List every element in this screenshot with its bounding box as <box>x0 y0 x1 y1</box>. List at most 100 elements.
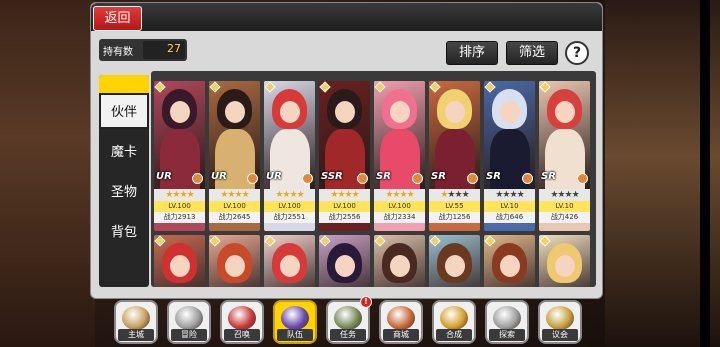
crystal-icon <box>440 306 468 330</box>
star-rating: ★★★★ <box>539 189 590 201</box>
star-filled-icon: ★ <box>406 190 415 200</box>
power-label: 战力2645 <box>209 212 260 223</box>
star-filled-icon: ★ <box>172 190 180 200</box>
nav-summon-button[interactable]: 召唤 <box>220 300 264 344</box>
owned-count-label: 持有数 <box>103 47 133 58</box>
face-shape <box>555 101 575 123</box>
character-card[interactable] <box>319 235 370 287</box>
star-filled-icon: ★ <box>351 190 360 200</box>
character-card[interactable]: UR ★★★★ LV.100 战力2551 <box>264 81 315 231</box>
character-card[interactable] <box>154 235 205 287</box>
character-card[interactable] <box>539 235 590 287</box>
nav-label: 冒险 <box>171 329 207 341</box>
star-filled-icon: ★ <box>392 190 400 200</box>
character-card[interactable] <box>264 235 315 287</box>
shop-icon <box>387 306 415 330</box>
partner-card-grid: UR ★★★★ LV.100 战力2913 UR ★★★★ LV.100 战力2645 UR ★★… <box>151 71 596 287</box>
star-filled-icon: ★ <box>344 190 353 200</box>
tab-magic-card[interactable]: 魔卡 <box>99 135 149 171</box>
sort-button[interactable]: 排序 <box>446 41 498 65</box>
star-empty-icon: ★ <box>564 190 573 200</box>
class-badge-icon <box>522 173 533 184</box>
category-sidebar: 伙伴 魔卡 圣物 背包 <box>99 75 149 287</box>
character-card[interactable]: SR ★★★★ LV.10 战力426 <box>539 81 590 231</box>
class-badge-icon <box>247 173 258 184</box>
nav-castle-button[interactable]: 主城 <box>114 300 158 344</box>
power-label: 战力646 <box>484 212 535 223</box>
character-card[interactable]: SR ★★★★ LV.100 战力2334 <box>374 81 425 231</box>
star-empty-icon: ★ <box>502 190 510 200</box>
character-card[interactable]: UR ★★★★ LV.100 战力2645 <box>209 81 260 231</box>
character-card[interactable]: SSR ★★★★ LV.100 战力2556 <box>319 81 370 231</box>
summon-icon <box>228 306 256 330</box>
team-shield-icon <box>281 306 309 330</box>
face-shape <box>335 101 355 123</box>
star-filled-icon: ★ <box>296 190 305 200</box>
power-label: 战力2334 <box>374 212 425 223</box>
nav-shop-button[interactable]: 商城 <box>379 300 423 344</box>
face-shape <box>170 101 190 123</box>
tab-partner[interactable]: 伙伴 <box>99 93 149 129</box>
face-shape <box>335 255 355 277</box>
owned-count: 持有数 27 <box>99 39 187 61</box>
character-card[interactable]: UR ★★★★ LV.100 战力2913 <box>154 81 205 231</box>
character-card[interactable]: SR ★★★★ LV.10 战力646 <box>484 81 535 231</box>
power-label: 战力2551 <box>264 212 315 223</box>
nav-scroll-button[interactable]: 任务! <box>326 296 372 344</box>
power-label: 战力1256 <box>429 212 480 223</box>
level-label: LV.100 <box>374 201 425 212</box>
star-empty-icon: ★ <box>509 190 518 200</box>
nav-crystal-button[interactable]: 合成 <box>432 300 476 344</box>
star-empty-icon: ★ <box>461 190 470 200</box>
class-badge-icon <box>302 173 313 184</box>
tab-relic[interactable]: 圣物 <box>99 175 149 211</box>
star-rating: ★★★★ <box>374 189 425 201</box>
face-shape <box>280 255 300 277</box>
nav-compass-button[interactable]: 探索 <box>485 300 529 344</box>
character-card[interactable] <box>374 235 425 287</box>
nav-label: 任务 <box>330 329 366 341</box>
filter-button[interactable]: 筛选 <box>506 41 558 65</box>
nav-crossed-swords-button[interactable]: 冒险 <box>167 300 211 344</box>
nav-team-shield-button[interactable]: 队伍 <box>273 300 317 344</box>
character-card[interactable] <box>484 235 535 287</box>
level-label: LV.55 <box>429 201 480 212</box>
star-filled-icon: ★ <box>289 190 298 200</box>
level-label: LV.10 <box>484 201 535 212</box>
face-shape <box>500 101 520 123</box>
star-filled-icon: ★ <box>282 190 290 200</box>
rarity-label: SR <box>376 171 391 182</box>
panel-header <box>91 3 602 31</box>
star-rating: ★★★★ <box>429 189 480 201</box>
star-filled-icon: ★ <box>234 190 243 200</box>
character-card[interactable] <box>429 235 480 287</box>
star-empty-icon: ★ <box>571 190 580 200</box>
partner-panel: 返回 持有数 27 排序 筛选 ? 伙伴 魔卡 圣物 背包 UR ★★★★ LV.1… <box>90 2 603 299</box>
castle-icon <box>122 306 150 330</box>
power-label: 战力426 <box>539 212 590 223</box>
class-badge-icon <box>412 173 423 184</box>
nav-label: 议会 <box>542 329 578 341</box>
star-filled-icon: ★ <box>186 190 195 200</box>
rarity-label: SSR <box>321 171 343 182</box>
rarity-label: SR <box>486 171 501 182</box>
sidebar-accent <box>99 75 149 93</box>
level-label: LV.10 <box>539 201 590 212</box>
star-empty-icon: ★ <box>516 190 525 200</box>
star-rating: ★★★★ <box>264 189 315 201</box>
help-button[interactable]: ? <box>565 41 589 65</box>
face-shape <box>280 101 300 123</box>
nav-crown-button[interactable]: 议会 <box>538 300 582 344</box>
power-label: 战力2556 <box>319 212 370 223</box>
star-empty-icon: ★ <box>454 190 463 200</box>
tab-backpack[interactable]: 背包 <box>99 215 149 251</box>
character-card[interactable] <box>209 235 260 287</box>
class-badge-icon <box>577 173 588 184</box>
back-button[interactable]: 返回 <box>93 6 142 31</box>
nav-label: 探索 <box>489 329 525 341</box>
character-card[interactable]: SR ★★★★ LV.55 战力1256 <box>429 81 480 231</box>
level-label: LV.100 <box>264 201 315 212</box>
nav-label: 队伍 <box>277 329 313 341</box>
face-shape <box>445 255 465 277</box>
element-gem-icon <box>374 235 386 247</box>
